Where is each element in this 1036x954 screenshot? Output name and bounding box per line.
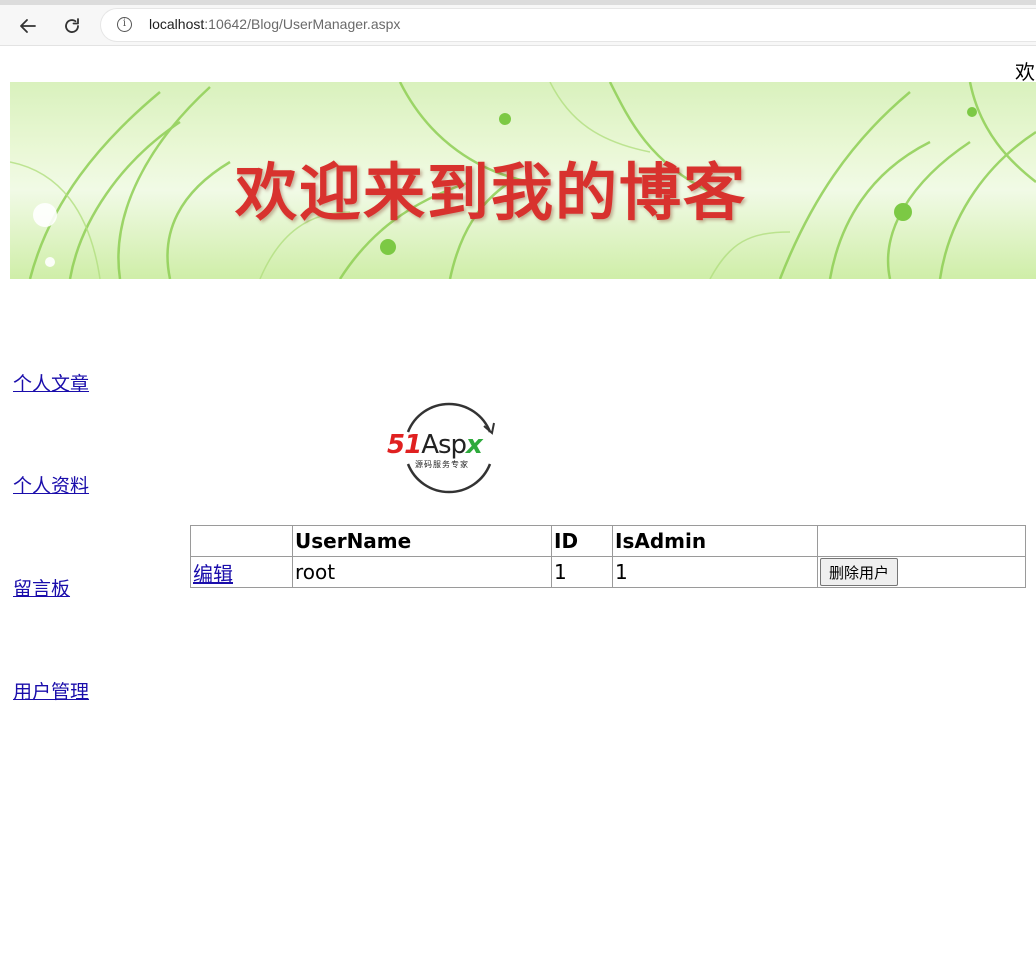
table-row: 编辑 root 1 1 删除用户 <box>190 556 1026 588</box>
address-bar[interactable]: i localhost:10642/Blog/UserManager.aspx <box>101 9 1036 41</box>
user-table: UserName ID IsAdmin 编辑 root 1 1 删除用户 <box>190 525 1026 588</box>
logo-text-black: Asp <box>421 430 467 460</box>
welcome-text: 欢 <box>1015 60 1035 84</box>
reload-icon[interactable] <box>57 11 87 41</box>
col-header-edit <box>190 525 293 557</box>
edit-link[interactable]: 编辑 <box>193 562 233 586</box>
cell-isadmin: 1 <box>612 556 818 588</box>
info-icon[interactable]: i <box>117 17 132 32</box>
col-header-actions <box>817 525 1026 557</box>
col-header-id: ID <box>551 525 613 557</box>
back-icon[interactable] <box>13 11 43 41</box>
cell-username: root <box>292 556 552 588</box>
delete-user-button[interactable]: 删除用户 <box>820 558 899 586</box>
sidebar-item-guestbook[interactable]: 留言板 <box>13 574 70 601</box>
logo-text-red: 51 <box>387 430 422 460</box>
banner-title: 欢迎来到我的博客 <box>235 156 748 229</box>
logo-text: 51Aspx <box>387 430 483 460</box>
sidebar-item-articles[interactable]: 个人文章 <box>13 369 89 396</box>
logo: 51Aspx 源码服务专家 <box>386 402 512 494</box>
logo-tagline: 源码服务专家 <box>415 460 469 469</box>
url-text: localhost:10642/Blog/UserManager.aspx <box>149 16 401 32</box>
banner-image: 欢迎来到我的博客 <box>10 82 1036 279</box>
sidebar-item-user-management[interactable]: 用户管理 <box>13 677 89 704</box>
col-header-username: UserName <box>292 525 552 557</box>
cell-id: 1 <box>551 556 613 588</box>
sidebar-item-profile[interactable]: 个人资料 <box>13 471 89 498</box>
cell-actions: 删除用户 <box>817 556 1026 588</box>
logo-text-green: x <box>466 430 483 460</box>
col-header-isadmin: IsAdmin <box>612 525 818 557</box>
table-header-row: UserName ID IsAdmin <box>190 525 1026 557</box>
cell-edit: 编辑 <box>190 556 293 588</box>
browser-toolbar: i localhost:10642/Blog/UserManager.aspx <box>0 0 1036 46</box>
